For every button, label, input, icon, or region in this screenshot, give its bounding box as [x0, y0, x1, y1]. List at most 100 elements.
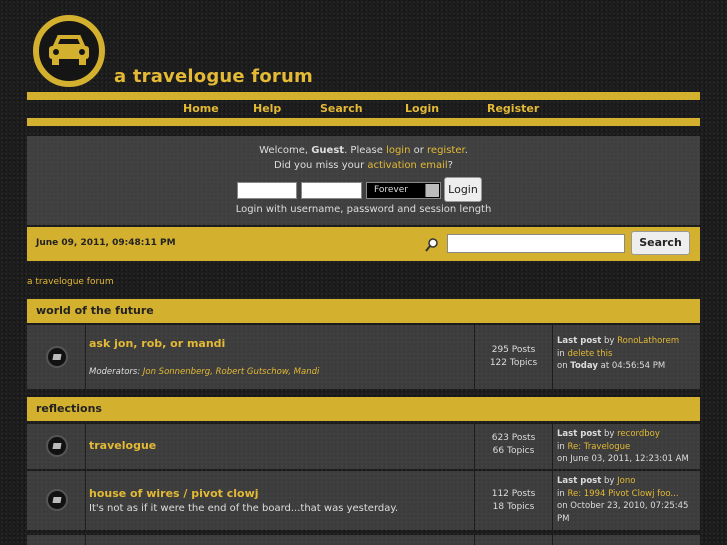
username-input[interactable] — [237, 182, 297, 199]
board-last-post-cell: Last post by Jono in Re: 1994 Pivot Clow… — [553, 471, 700, 530]
board-icon-cell — [27, 424, 85, 469]
board-row: house of wires / pivot clowj It's not as… — [27, 471, 700, 530]
last-post-line: Last post by RonoLathorem — [557, 335, 700, 348]
by-text: by — [601, 336, 618, 346]
board-info-cell: house of wires / pivot clowj It's not as… — [86, 471, 474, 530]
info-bar: June 09, 2011, 09:48:11 PM Search — [27, 227, 700, 261]
nav-home[interactable]: Home — [183, 102, 219, 115]
board-last-post-cell: Last post by RonoLathorem in delete this… — [553, 325, 700, 389]
last-post-label: Last post — [557, 429, 602, 439]
post-count: 112 Posts — [491, 489, 536, 499]
last-post-line: Last post by recordboy — [557, 428, 700, 441]
last-post-author[interactable]: RonoLathorem — [617, 336, 679, 346]
moderator-links[interactable]: Jon Sonnenberg, Robert Gutschow, Mandi — [143, 367, 319, 377]
board-stats-cell — [475, 535, 552, 545]
last-post-line: Last post by Jono — [557, 475, 700, 488]
last-post-topic[interactable]: Re: Travelogue — [567, 442, 630, 452]
search-input[interactable] — [447, 234, 625, 253]
header-stripe-bottom — [27, 118, 700, 126]
topic-count: 18 Topics — [492, 502, 535, 512]
nav-register[interactable]: Register — [487, 102, 539, 115]
board-last-post-cell: Last post by recordboy in Re: Travelogue… — [553, 424, 700, 469]
board-stats-cell: 623 Posts 66 Topics — [475, 424, 552, 469]
last-post-time: October 23, 2010, 07:25:45 PM — [557, 501, 689, 524]
by-text: by — [601, 429, 618, 439]
login-panel: Welcome, Guest. Please login or register… — [27, 136, 700, 225]
board-row: travelogue 623 Posts 66 Topics Last post… — [27, 424, 700, 469]
by-text: by — [601, 476, 618, 486]
in-text: in — [557, 441, 568, 452]
last-post-author[interactable]: recordboy — [617, 429, 660, 439]
last-post-time: June 03, 2011, 12:23:01 AM — [570, 454, 689, 464]
category-header[interactable]: reflections — [27, 397, 700, 421]
nav-search[interactable]: Search — [320, 102, 363, 115]
session-length-value: Forever — [374, 185, 408, 195]
car-icon — [49, 35, 89, 65]
activation-email-link[interactable]: activation email — [367, 160, 447, 171]
last-post-label: Last post — [557, 476, 602, 486]
site-logo[interactable] — [33, 15, 105, 87]
board-row — [27, 535, 700, 545]
last-post-time: at 04:56:54 PM — [597, 361, 666, 371]
missed-prefix: Did you miss your — [274, 160, 368, 171]
board-description: It's not as if it were the end of the bo… — [89, 503, 399, 514]
post-count: 295 Posts — [491, 345, 536, 355]
breadcrumb[interactable]: a travelogue forum — [27, 277, 114, 287]
main-nav: Home Help Search Login Register — [27, 100, 700, 118]
register-link[interactable]: register — [427, 145, 465, 156]
current-datetime: June 09, 2011, 09:48:11 PM — [36, 238, 176, 248]
board-name[interactable]: ask jon, rob, or mandi — [89, 337, 225, 350]
on-text: on — [557, 454, 571, 464]
on-text: on — [557, 501, 571, 511]
last-time-line: on Today at 04:56:54 PM — [557, 360, 700, 373]
guest-label: Guest — [311, 145, 345, 156]
board-info-cell: travelogue — [86, 424, 474, 469]
or-text: or — [410, 145, 428, 156]
session-length-select[interactable]: Forever — [366, 182, 441, 199]
login-button[interactable]: Login — [444, 177, 482, 202]
last-topic-line: in Re: Travelogue — [557, 441, 700, 454]
nav-help[interactable]: Help — [253, 102, 281, 115]
login-link[interactable]: login — [386, 145, 410, 156]
moderators-label: Moderators: — [89, 367, 143, 377]
board-row: ask jon, rob, or mandi Moderators: Jon S… — [27, 325, 700, 389]
board-moderators: Moderators: Jon Sonnenberg, Robert Gutsc… — [89, 367, 319, 377]
search-button[interactable]: Search — [631, 231, 690, 255]
board-name[interactable]: travelogue — [89, 439, 156, 452]
password-input[interactable] — [301, 182, 362, 199]
board-status-icon — [46, 489, 68, 511]
board-icon-cell — [27, 471, 85, 530]
last-time-line: on June 03, 2011, 12:23:01 AM — [557, 453, 700, 466]
welcome-text: Welcome, Guest. Please login or register… — [27, 145, 700, 156]
on-text: on — [557, 361, 571, 371]
topic-count: 66 Topics — [492, 446, 535, 456]
last-post-topic[interactable]: delete this — [567, 349, 612, 359]
site-title[interactable]: a travelogue forum — [114, 66, 313, 87]
please-text: . Please — [344, 145, 387, 156]
in-text: in — [557, 348, 568, 359]
board-icon-cell — [27, 535, 85, 545]
last-post-author[interactable]: Jono — [617, 476, 635, 486]
period-text: . — [464, 145, 468, 156]
board-info-cell — [86, 535, 474, 545]
nav-login[interactable]: Login — [405, 102, 439, 115]
board-stats-cell: 112 Posts 18 Topics — [475, 471, 552, 530]
last-post-day: Today — [570, 361, 598, 371]
category-header[interactable]: world of the future — [27, 299, 700, 323]
board-icon-cell — [27, 325, 85, 389]
chevron-down-icon — [425, 184, 439, 197]
board-name[interactable]: house of wires / pivot clowj — [89, 487, 259, 500]
board-status-icon — [46, 435, 68, 457]
activation-text: Did you miss your activation email? — [27, 160, 700, 171]
last-topic-line: in delete this — [557, 348, 700, 361]
last-topic-line: in Re: 1994 Pivot Clowj foo... — [557, 488, 700, 501]
board-stats-cell: 295 Posts 122 Topics — [475, 325, 552, 389]
board-info-cell: ask jon, rob, or mandi Moderators: Jon S… — [86, 325, 474, 389]
missed-suffix: ? — [447, 160, 453, 171]
last-post-label: Last post — [557, 336, 602, 346]
board-last-post-cell — [553, 535, 700, 545]
last-post-topic[interactable]: Re: 1994 Pivot Clowj foo... — [567, 489, 678, 499]
in-text: in — [557, 488, 568, 499]
header-stripe-top — [27, 92, 700, 100]
welcome-prefix: Welcome, — [259, 145, 312, 156]
